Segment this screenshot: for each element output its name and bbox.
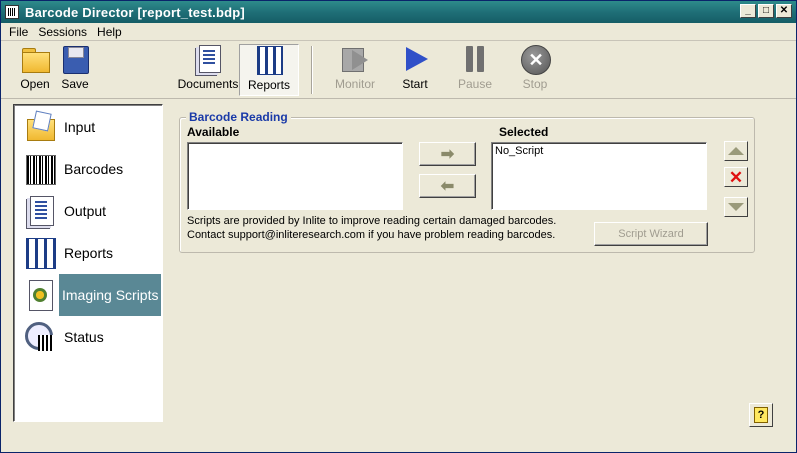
arrow-left-icon: ⬅ bbox=[440, 178, 455, 195]
remove-script-button[interactable]: ⬅ bbox=[419, 174, 476, 198]
menu-file[interactable]: File bbox=[4, 25, 33, 39]
monitor-button[interactable]: Monitor bbox=[331, 44, 379, 96]
start-label: Start bbox=[402, 77, 428, 91]
output-document-icon bbox=[24, 195, 56, 227]
menu-help[interactable]: Help bbox=[92, 25, 127, 39]
arrow-down-icon bbox=[728, 203, 744, 211]
stop-icon bbox=[520, 44, 551, 75]
pause-button[interactable]: Pause bbox=[455, 44, 495, 96]
info-note-line1: Scripts are provided by Inlite to improv… bbox=[187, 215, 557, 227]
menu-bar: File Sessions Help bbox=[1, 23, 796, 41]
sidebar-item-label: Imaging Scripts bbox=[59, 274, 161, 316]
group-title: Barcode Reading bbox=[186, 110, 291, 124]
arrow-up-icon bbox=[728, 147, 744, 155]
close-button[interactable]: ✕ bbox=[776, 4, 792, 18]
reports-icon bbox=[24, 237, 56, 269]
window-title: Barcode Director [report_test.bdp] bbox=[25, 4, 245, 20]
sidebar-item-status[interactable]: Status bbox=[24, 317, 162, 357]
available-scripts-list[interactable] bbox=[187, 142, 403, 210]
stop-label: Stop bbox=[522, 77, 548, 91]
start-button[interactable]: Start bbox=[395, 44, 435, 96]
app-icon bbox=[5, 5, 19, 19]
pause-icon bbox=[460, 44, 490, 74]
open-button[interactable]: Open bbox=[15, 44, 55, 96]
save-label: Save bbox=[61, 77, 89, 91]
documents-label: Documents bbox=[177, 77, 239, 91]
sidebar-item-label: Output bbox=[64, 203, 107, 219]
reports-icon bbox=[254, 45, 284, 75]
delete-x-icon: ✕ bbox=[728, 167, 744, 187]
toolbar-separator bbox=[311, 46, 313, 94]
status-magnifier-icon bbox=[24, 321, 56, 353]
sidebar-item-output[interactable]: Output bbox=[24, 191, 162, 231]
available-label: Available bbox=[187, 125, 240, 139]
barcode-icon bbox=[24, 153, 56, 185]
selected-scripts-list[interactable]: No_Script bbox=[491, 142, 707, 210]
move-up-button[interactable] bbox=[724, 141, 748, 161]
arrow-right-icon: ➡ bbox=[440, 146, 455, 163]
window-controls: _ □ ✕ bbox=[740, 4, 792, 18]
imaging-scripts-icon bbox=[24, 279, 56, 311]
play-icon bbox=[400, 44, 430, 74]
monitor-icon bbox=[340, 44, 370, 74]
toolbar: Open Save Documents Reports Monitor Star… bbox=[1, 41, 796, 99]
title-bar[interactable]: Barcode Director [report_test.bdp] _ □ ✕ bbox=[1, 1, 796, 23]
help-icon: ? bbox=[754, 407, 768, 423]
info-note: Scripts are provided by Inlite to improv… bbox=[187, 214, 556, 242]
open-label: Open bbox=[20, 77, 50, 91]
script-wizard-button[interactable]: Script Wizard bbox=[594, 222, 708, 246]
documents-button[interactable]: Documents bbox=[177, 44, 239, 96]
selected-label: Selected bbox=[499, 125, 549, 139]
sidebar: Input Barcodes Output Reports Imaging Sc… bbox=[13, 104, 163, 422]
list-item[interactable]: No_Script bbox=[495, 145, 703, 157]
reports-button[interactable]: Reports bbox=[239, 44, 299, 96]
floppy-disk-icon bbox=[60, 44, 90, 74]
input-folder-icon bbox=[24, 111, 56, 143]
save-button[interactable]: Save bbox=[55, 44, 95, 96]
sidebar-item-label: Input bbox=[64, 119, 96, 135]
monitor-label: Monitor bbox=[334, 77, 375, 91]
folder-icon bbox=[20, 44, 50, 74]
menu-sessions[interactable]: Sessions bbox=[33, 25, 92, 39]
reports-label: Reports bbox=[247, 78, 291, 92]
sidebar-item-input[interactable]: Input bbox=[24, 107, 162, 147]
minimize-button[interactable]: _ bbox=[740, 4, 756, 18]
app-window: Barcode Director [report_test.bdp] _ □ ✕… bbox=[0, 0, 797, 453]
move-down-button[interactable] bbox=[724, 197, 748, 217]
info-note-line2: Contact support@inliteresearch.com if yo… bbox=[187, 229, 556, 241]
documents-icon bbox=[193, 44, 223, 74]
pause-label: Pause bbox=[457, 77, 493, 91]
sidebar-item-label: Barcodes bbox=[64, 161, 124, 177]
delete-script-button[interactable]: ✕ bbox=[724, 167, 748, 187]
add-script-button[interactable]: ➡ bbox=[419, 142, 476, 166]
sidebar-item-reports[interactable]: Reports bbox=[24, 233, 162, 273]
help-button[interactable]: ? bbox=[749, 403, 773, 427]
sidebar-item-barcodes[interactable]: Barcodes bbox=[24, 149, 162, 189]
maximize-button[interactable]: □ bbox=[758, 4, 774, 18]
sidebar-item-imaging-scripts[interactable]: Imaging Scripts bbox=[24, 274, 162, 316]
sidebar-item-label: Status bbox=[64, 329, 104, 345]
stop-button[interactable]: Stop bbox=[515, 44, 555, 96]
sidebar-item-label: Reports bbox=[64, 245, 114, 261]
